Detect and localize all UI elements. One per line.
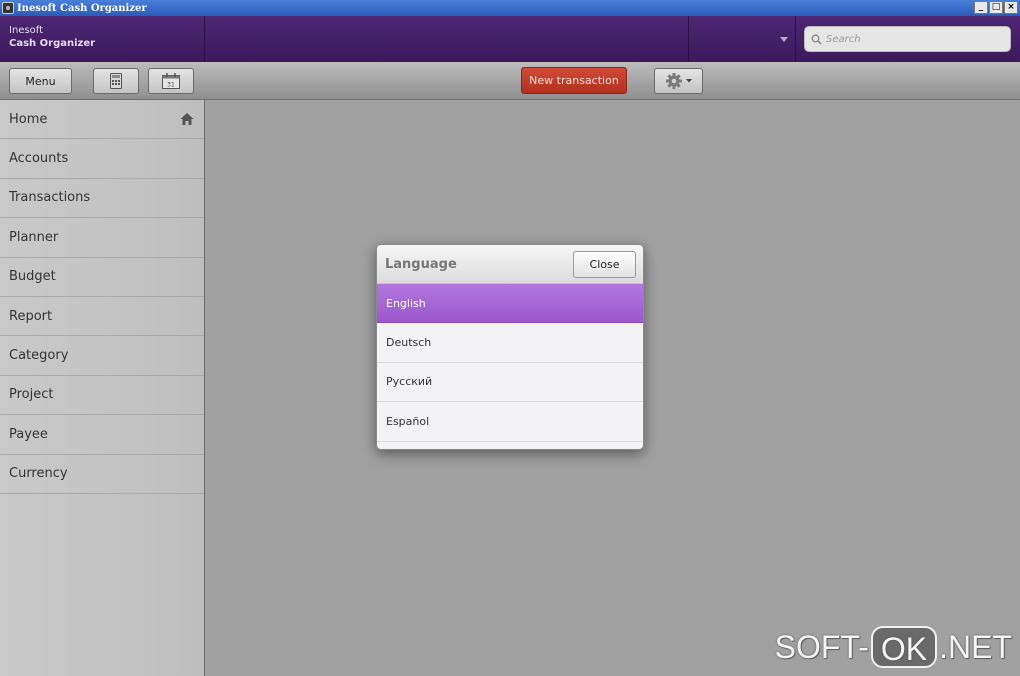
toolbar: Menu 31 New transaction bbox=[0, 62, 1020, 100]
sidebar-item-label: Planner bbox=[9, 229, 59, 245]
sidebar-item-label: Transactions bbox=[9, 190, 91, 206]
sidebar-item-label: Project bbox=[9, 387, 54, 403]
search-input[interactable] bbox=[826, 33, 1006, 45]
close-window-button[interactable]: × bbox=[1004, 1, 1018, 14]
maximize-button[interactable]: □ bbox=[989, 1, 1003, 14]
close-button[interactable]: Close bbox=[573, 251, 636, 278]
search-box[interactable] bbox=[804, 26, 1011, 52]
dialog-title: Language bbox=[385, 256, 457, 272]
chevron-down-icon[interactable] bbox=[780, 37, 788, 42]
sidebar-item-label: Accounts bbox=[9, 151, 69, 167]
menu-button[interactable]: Menu bbox=[9, 68, 72, 94]
language-option-deutsch[interactable]: Deutsch bbox=[377, 323, 643, 363]
dialog-header: Language Close bbox=[377, 245, 643, 284]
calendar-icon: 31 bbox=[162, 73, 180, 89]
calculator-button[interactable] bbox=[93, 68, 139, 94]
sidebar-item-label: Budget bbox=[9, 269, 56, 285]
watermark-ok: OK bbox=[870, 626, 938, 668]
language-option-english[interactable]: English bbox=[377, 284, 643, 324]
gear-icon bbox=[665, 73, 682, 89]
sidebar-item-home[interactable]: Home bbox=[0, 100, 204, 140]
settings-button[interactable] bbox=[654, 68, 703, 94]
sidebar-item-label: Currency bbox=[9, 466, 68, 482]
search-icon bbox=[811, 34, 822, 45]
sidebar-item-label: Home bbox=[9, 111, 48, 127]
sidebar-item-planner[interactable]: Planner bbox=[0, 218, 204, 258]
brand-company: Inesoft bbox=[9, 25, 44, 36]
svg-text:31: 31 bbox=[167, 82, 175, 89]
sidebar-item-label: Report bbox=[9, 308, 53, 324]
window-title: Inesoft Cash Organizer bbox=[17, 2, 147, 14]
sidebar-item-label: Category bbox=[9, 348, 69, 364]
header-divider bbox=[688, 16, 689, 62]
brand-product: Cash Organizer bbox=[9, 38, 96, 49]
sidebar-item-currency[interactable]: Currency bbox=[0, 455, 204, 494]
app-icon bbox=[2, 2, 14, 14]
sidebar-item-budget[interactable]: Budget bbox=[0, 258, 204, 297]
sidebar-item-report[interactable]: Report bbox=[0, 297, 204, 337]
language-option-espanol[interactable]: Español bbox=[377, 402, 643, 442]
language-dialog: Language Close English Deutsch Русский E… bbox=[376, 244, 644, 450]
minimize-button[interactable]: _ bbox=[974, 1, 988, 14]
header-divider bbox=[795, 16, 796, 62]
sidebar-item-category[interactable]: Category bbox=[0, 336, 204, 376]
watermark: SOFT- OK .NET bbox=[775, 626, 1012, 668]
sidebar-item-payee[interactable]: Payee bbox=[0, 415, 204, 455]
app-header: Inesoft Cash Organizer bbox=[0, 16, 1020, 62]
new-transaction-button[interactable]: New transaction bbox=[521, 67, 627, 94]
sidebar-item-project[interactable]: Project bbox=[0, 376, 204, 416]
window-titlebar: Inesoft Cash Organizer _ □ × bbox=[0, 0, 1020, 16]
sidebar-item-label: Payee bbox=[9, 426, 48, 442]
home-icon bbox=[180, 113, 194, 125]
sidebar-item-accounts[interactable]: Accounts bbox=[0, 139, 204, 179]
sidebar-item-transactions[interactable]: Transactions bbox=[0, 179, 204, 219]
language-option-russian[interactable]: Русский bbox=[377, 362, 643, 403]
sidebar: Home Accounts Transactions Planner Budge… bbox=[0, 100, 205, 676]
chevron-down-icon bbox=[685, 79, 692, 83]
watermark-left: SOFT- bbox=[774, 628, 869, 665]
brand: Inesoft Cash Organizer bbox=[0, 16, 205, 62]
watermark-right: .NET bbox=[939, 628, 1012, 665]
calendar-button[interactable]: 31 bbox=[148, 68, 194, 94]
window-controls: _ □ × bbox=[974, 1, 1018, 14]
calculator-icon bbox=[110, 73, 122, 89]
